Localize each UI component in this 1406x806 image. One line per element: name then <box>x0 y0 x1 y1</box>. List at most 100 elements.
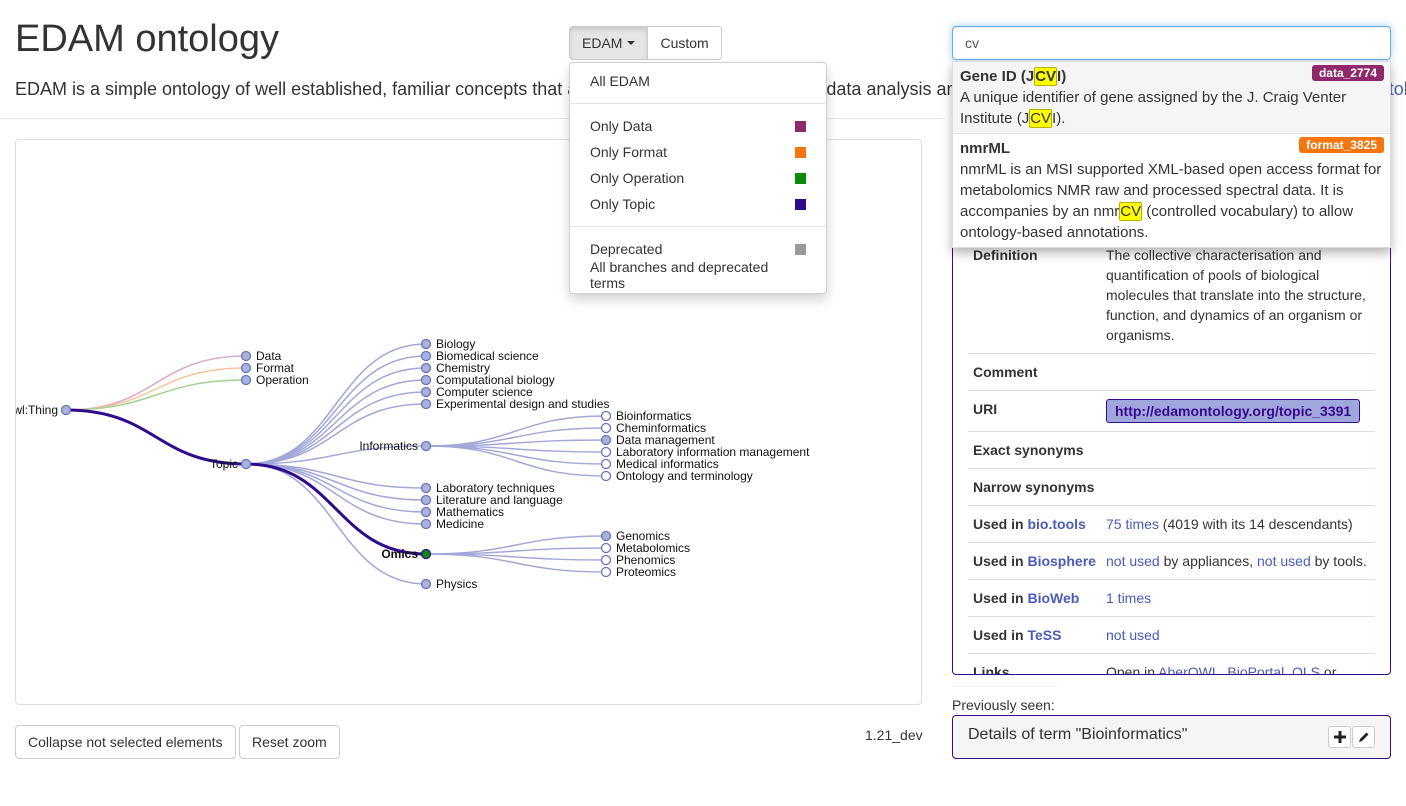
menu-item-all-edam[interactable]: All EDAM <box>570 68 826 94</box>
desc-part: I). <box>1052 110 1066 127</box>
links-text: or <box>1320 664 1337 675</box>
tree-node-circle[interactable] <box>420 386 432 398</box>
menu-label: Only Operation <box>590 170 685 186</box>
tree-link-owl-thing-data <box>65 355 247 411</box>
tree-node-circle[interactable] <box>420 482 432 494</box>
tree-node-ontology-and-terminology[interactable]: Ontology and terminology <box>600 469 753 483</box>
suggestion-item[interactable]: Gene ID (JCVI) data_2774 A unique identi… <box>953 62 1390 134</box>
tree-link-omics-metabolomics <box>425 547 607 555</box>
tree-node-circle[interactable] <box>600 458 612 470</box>
tree-node-circle[interactable] <box>240 374 252 386</box>
tree-node-circle[interactable] <box>600 530 612 542</box>
tree-node-circle[interactable] <box>420 578 432 590</box>
reset-zoom-button[interactable]: Reset zoom <box>239 725 340 759</box>
tree-node-owl-thing[interactable]: owl:Thing <box>16 403 72 417</box>
detail-key: Used in bio.tools <box>968 505 1101 543</box>
tree-node-operation[interactable]: Operation <box>240 373 309 387</box>
tree-node-circle[interactable] <box>600 422 612 434</box>
tree-node-experimental-design-and-studies[interactable]: Experimental design and studies <box>420 397 610 411</box>
collapse-not-selected-button[interactable]: Collapse not selected elements <box>15 725 236 759</box>
search-input[interactable] <box>952 26 1391 60</box>
tree-node-circle[interactable] <box>420 362 432 374</box>
bioweb-count-link[interactable]: 1 times <box>1106 590 1151 606</box>
tree-node-circle[interactable] <box>420 548 432 560</box>
custom-button[interactable]: Custom <box>648 26 722 60</box>
tree-link-informatics-data-management <box>425 439 607 447</box>
tree-node-label[interactable]: Ontology and terminology <box>616 469 753 483</box>
bioportal-link[interactable]: BioPortal <box>1227 664 1284 674</box>
tree-node-omics[interactable]: Omics <box>381 547 432 561</box>
tree-node-circle[interactable] <box>420 374 432 386</box>
tree-node-label[interactable]: Omics <box>381 547 418 561</box>
uri-link[interactable]: http://edamontology.org/topic_3391 <box>1106 399 1361 423</box>
tree-node-label[interactable]: Experimental design and studies <box>436 397 609 411</box>
tree-node-circle[interactable] <box>420 506 432 518</box>
tree-node-label[interactable]: Physics <box>436 577 477 591</box>
tree-node-label[interactable]: Medicine <box>436 517 484 531</box>
tree-node-circle[interactable] <box>420 440 432 452</box>
tree-node-circle[interactable] <box>240 350 252 362</box>
tree-node-label[interactable]: Informatics <box>359 439 418 453</box>
tree-node-circle[interactable] <box>600 554 612 566</box>
aberowl-link[interactable]: AberOWL <box>1158 664 1219 674</box>
detail-row-tess: Used in TeSS not used <box>968 616 1375 654</box>
detail-row-comment: Comment <box>968 353 1375 391</box>
tess-link[interactable]: TeSS <box>1027 627 1061 643</box>
tree-node-circle[interactable] <box>420 338 432 350</box>
page-title: EDAM ontology <box>15 18 280 60</box>
edit-history-button[interactable] <box>1352 726 1375 748</box>
tree-node-proteomics[interactable]: Proteomics <box>600 565 677 579</box>
tree-node-circle[interactable] <box>420 398 432 410</box>
tree-node-circle[interactable] <box>420 494 432 506</box>
tree-node-physics[interactable]: Physics <box>420 577 478 591</box>
tree-node-circle[interactable] <box>600 434 612 446</box>
tree-node-circle[interactable] <box>600 410 612 422</box>
menu-label: All EDAM <box>590 73 650 89</box>
tree-link-topic-omics <box>245 462 427 556</box>
tree-link-owl-thing-topic <box>65 408 247 466</box>
tree-node-circle[interactable] <box>240 458 252 470</box>
menu-item-only-topic[interactable]: Only Topic <box>570 191 826 217</box>
tree-node-circle[interactable] <box>60 404 72 416</box>
detail-row-biotools: Used in bio.tools 75 times (4019 with it… <box>968 505 1375 543</box>
history-item[interactable]: Details of term "Bioinformatics" <box>952 715 1391 759</box>
tree-node-medicine[interactable]: Medicine <box>420 517 485 531</box>
edam-dropdown-button[interactable]: EDAM <box>569 26 649 60</box>
biosphere-appliances-link[interactable]: not used <box>1106 553 1160 569</box>
tree-node-circle[interactable] <box>600 566 612 578</box>
menu-item-all-branches[interactable]: All branches and deprecated terms <box>570 259 826 291</box>
menu-item-only-format[interactable]: Only Format <box>570 139 826 165</box>
tree-node-label[interactable]: Proteomics <box>616 565 676 579</box>
tree-node-circle[interactable] <box>420 350 432 362</box>
previously-seen-label: Previously seen: <box>952 697 1055 713</box>
bioweb-link[interactable]: BioWeb <box>1027 590 1079 606</box>
menu-item-only-data[interactable]: Only Data <box>570 113 826 139</box>
tree-node-circle[interactable] <box>600 542 612 554</box>
plus-icon <box>1333 731 1346 743</box>
tree-node-circle[interactable] <box>240 362 252 374</box>
menu-item-only-operation[interactable]: Only Operation <box>570 165 826 191</box>
used-in-label: Used in <box>973 590 1024 606</box>
tree-node-circle[interactable] <box>600 446 612 458</box>
tree-node-label[interactable]: Operation <box>256 373 309 387</box>
tree-node-circle[interactable] <box>600 470 612 482</box>
biotools-count-link[interactable]: 75 times <box>1106 516 1159 532</box>
detail-key: URI <box>968 390 1101 432</box>
tess-count-link[interactable]: not used <box>1106 627 1160 643</box>
suggestion-item[interactable]: nmrML format_3825 nmrML is an MSI suppor… <box>953 134 1390 247</box>
biosphere-tools-link[interactable]: not used <box>1257 553 1311 569</box>
menu-divider <box>570 226 826 227</box>
tree-node-label[interactable]: Topic <box>210 457 238 471</box>
ols-link[interactable]: OLS <box>1292 664 1320 674</box>
links-text: , <box>1284 664 1292 675</box>
biosphere-link[interactable]: Biosphere <box>1027 553 1095 569</box>
tree-node-circle[interactable] <box>420 518 432 530</box>
expand-history-button[interactable] <box>1328 726 1351 748</box>
tree-node-topic[interactable]: Topic <box>210 457 252 471</box>
biotools-link[interactable]: bio.tools <box>1027 516 1085 532</box>
suggestion-description: A unique identifier of gene assigned by … <box>960 87 1383 129</box>
tree-link-informatics-ontology-and-terminology <box>425 445 607 477</box>
tree-node-label[interactable]: owl:Thing <box>16 403 58 417</box>
biotools-descendants: (4019 with its 14 descendants) <box>1158 516 1353 532</box>
edam-label: EDAM <box>582 35 623 51</box>
